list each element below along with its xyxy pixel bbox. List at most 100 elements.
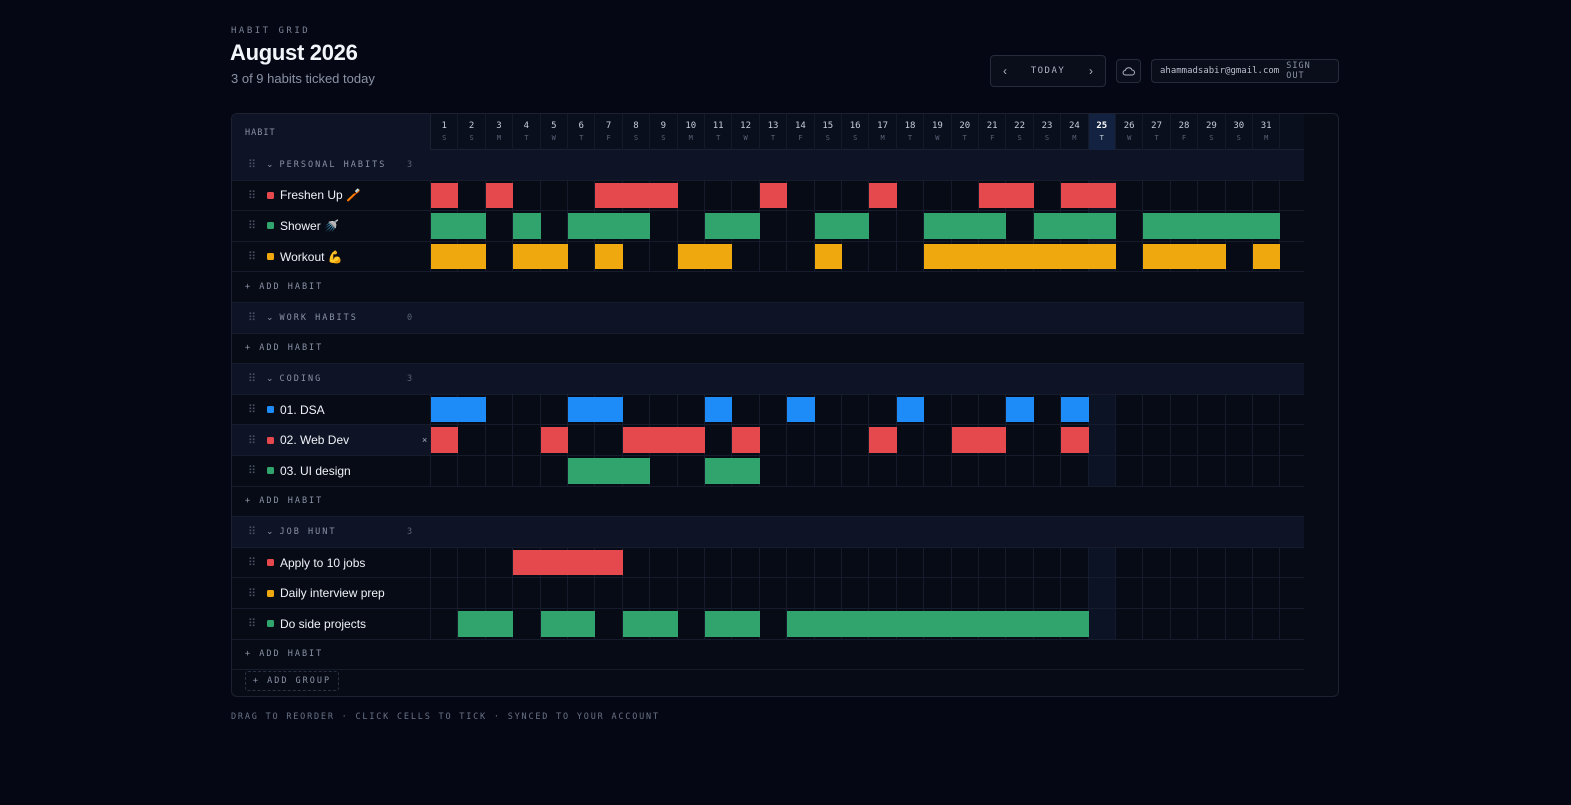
habit-cell[interactable] [1034, 394, 1062, 425]
habit-cell[interactable] [759, 180, 788, 211]
habit-cell[interactable] [760, 394, 788, 425]
habit-cell[interactable] [595, 547, 623, 578]
habit-cell[interactable] [541, 211, 568, 241]
habit-cell[interactable] [1171, 578, 1199, 608]
habit-cell[interactable] [897, 211, 925, 241]
habit-cell[interactable] [595, 425, 623, 455]
habit-cell[interactable] [979, 547, 1007, 578]
habit-cell[interactable] [1006, 180, 1034, 211]
habit-cell[interactable] [650, 609, 678, 639]
habit-cell[interactable] [540, 547, 568, 578]
habit-cell[interactable] [952, 547, 979, 578]
habit-cell[interactable] [1198, 394, 1226, 425]
habit-cell[interactable] [1061, 211, 1089, 241]
habit-cell[interactable] [979, 211, 1007, 241]
habit-cell[interactable] [1033, 211, 1062, 241]
drag-handle-icon[interactable]: ⠿ [248, 587, 262, 600]
habit-cell[interactable] [1225, 211, 1253, 241]
habit-cell[interactable] [1253, 394, 1281, 425]
drag-handle-icon[interactable]: ⠿ [248, 250, 262, 263]
habit-cell[interactable] [513, 609, 541, 639]
habit-cell[interactable] [897, 241, 925, 272]
habit-cell[interactable] [979, 241, 1007, 272]
habit-cell[interactable] [431, 547, 459, 578]
habit-cell[interactable] [1171, 425, 1199, 455]
habit-cell[interactable] [787, 241, 815, 272]
habit-cell[interactable] [705, 425, 733, 455]
habit-cell[interactable] [842, 241, 870, 272]
habit-cell[interactable] [650, 394, 678, 425]
habit-cell[interactable] [842, 180, 870, 211]
habit-cell[interactable] [842, 547, 870, 578]
habit-cell[interactable] [1116, 394, 1144, 425]
habit-cell[interactable] [869, 425, 897, 455]
habit-cell[interactable] [979, 609, 1007, 639]
sign-out-button[interactable]: SIGN OUT [1286, 61, 1330, 81]
habit-cell[interactable] [760, 211, 788, 241]
habit-cell[interactable] [1253, 547, 1281, 578]
chevron-down-icon[interactable]: ⌄ [266, 373, 274, 384]
habit-cell[interactable] [1116, 609, 1144, 639]
habit-cell[interactable] [1088, 609, 1116, 639]
habit-cell[interactable] [622, 211, 651, 241]
habit-cell[interactable] [458, 394, 486, 425]
habit-cell[interactable] [1034, 578, 1062, 608]
habit-cell[interactable] [486, 241, 514, 272]
delete-habit-icon[interactable]: × [422, 435, 427, 445]
habit-cell[interactable] [732, 394, 760, 425]
habit-cell[interactable] [513, 425, 541, 455]
drag-handle-icon[interactable]: ⠿ [248, 434, 262, 447]
habit-cell[interactable] [1198, 180, 1226, 211]
habit-cell[interactable] [458, 425, 486, 455]
habit-cell[interactable] [787, 578, 815, 608]
habit-cell[interactable] [842, 609, 870, 639]
habit-cell[interactable] [678, 394, 705, 425]
habit-cell[interactable] [787, 394, 815, 425]
habit-cell[interactable] [1088, 394, 1116, 425]
drag-handle-icon[interactable]: ⠿ [248, 219, 262, 232]
habit-cell[interactable] [1143, 241, 1171, 272]
habit-cell[interactable] [869, 180, 897, 211]
habit-cell[interactable] [513, 456, 541, 486]
habit-cell[interactable] [540, 609, 568, 639]
habit-cell[interactable] [650, 211, 678, 241]
habit-cell[interactable] [650, 180, 678, 211]
habit-cell[interactable] [1088, 578, 1116, 608]
habit-cell[interactable] [458, 211, 486, 241]
habit-cell[interactable] [678, 578, 705, 608]
drag-handle-icon[interactable]: ⠿ [248, 617, 262, 630]
habit-cell[interactable] [678, 609, 705, 639]
habit-cell[interactable] [622, 456, 651, 486]
habit-cell[interactable] [1253, 425, 1281, 455]
habit-cell[interactable] [1198, 425, 1226, 455]
habit-cell[interactable] [732, 180, 760, 211]
habit-cell[interactable] [897, 180, 925, 211]
habit-cell[interactable] [650, 578, 678, 608]
habit-cell[interactable] [815, 180, 842, 211]
habit-cell[interactable] [896, 394, 925, 425]
habit-cell[interactable] [1006, 609, 1034, 639]
habit-cell[interactable] [869, 547, 897, 578]
habit-cell[interactable] [787, 547, 815, 578]
habit-cell[interactable] [568, 241, 596, 272]
habit-cell[interactable] [431, 609, 459, 639]
habit-cell[interactable] [678, 180, 705, 211]
chevron-right-icon[interactable]: › [1089, 64, 1093, 78]
habit-cell[interactable] [595, 456, 623, 486]
habit-cell[interactable] [513, 211, 541, 241]
habit-cell[interactable] [842, 456, 870, 486]
habit-cell[interactable] [1061, 425, 1089, 455]
habit-cell[interactable] [760, 578, 788, 608]
habit-cell[interactable] [842, 578, 870, 608]
habit-cell[interactable] [595, 394, 623, 425]
habit-cell[interactable] [1143, 180, 1171, 211]
habit-label[interactable]: ⠿ Shower 🚿 [232, 211, 431, 241]
drag-handle-icon[interactable]: ⠿ [248, 311, 262, 324]
habit-cell[interactable] [952, 578, 979, 608]
habit-cell[interactable] [760, 609, 788, 639]
habit-cell[interactable] [1088, 241, 1116, 272]
habit-cell[interactable] [623, 547, 651, 578]
habit-cell[interactable] [1253, 456, 1281, 486]
habit-cell[interactable] [513, 547, 541, 578]
habit-cell[interactable] [1006, 241, 1034, 272]
